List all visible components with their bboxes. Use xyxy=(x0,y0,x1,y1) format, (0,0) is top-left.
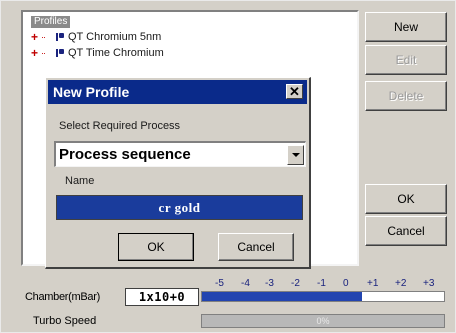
tree-item-label: QT Time Chromium xyxy=(68,46,164,59)
scale-tick-label: -5 xyxy=(215,278,224,289)
chamber-pressure-value: 1x10+0 xyxy=(125,288,199,306)
select-process-label: Select Required Process xyxy=(59,120,181,132)
turbo-speed-bar: 0% xyxy=(201,314,445,328)
tree-item-label: QT Chromium 5nm xyxy=(68,30,162,43)
turbo-speed-value: 0% xyxy=(316,316,330,326)
tree-root-label[interactable]: Profiles xyxy=(31,16,71,28)
pressure-scale: -5 -4 -3 -2 -1 0 +1 +2 +3 xyxy=(215,278,451,290)
tree-item-qt-chromium-5nm[interactable]: + ·· QT Chromium 5nm xyxy=(31,29,161,44)
pressure-bar xyxy=(201,291,445,302)
dialog-ok-button[interactable]: OK xyxy=(118,233,194,261)
scale-tick-label: -3 xyxy=(265,278,274,289)
tree-connector-icon: ·· xyxy=(41,31,46,42)
tree-connector-icon: ·· xyxy=(41,47,46,58)
process-dropdown-value: Process sequence xyxy=(59,146,191,163)
scale-tick-label: -1 xyxy=(317,278,326,289)
dialog-titlebar[interactable]: New Profile ✕ xyxy=(48,80,307,104)
tree-item-qt-time-chromium[interactable]: + ·· QT Time Chromium xyxy=(31,45,164,60)
scale-tick-label: +3 xyxy=(423,278,435,289)
application-window: Profiles + ·· QT Chromium 5nm + ·· QT Ti… xyxy=(0,0,456,333)
new-profile-dialog: New Profile ✕ Select Required Process Pr… xyxy=(45,77,311,269)
name-input-value: cr gold xyxy=(158,199,201,215)
pressure-bar-fill xyxy=(202,292,362,301)
close-icon: ✕ xyxy=(289,83,300,99)
turbo-speed-label: Turbo Speed xyxy=(33,315,97,327)
edit-button[interactable]: Edit xyxy=(365,45,447,75)
scale-tick-label: +1 xyxy=(367,278,379,289)
expand-icon[interactable]: + xyxy=(31,31,41,43)
scale-tick-label: -2 xyxy=(291,278,300,289)
chevron-down-icon xyxy=(291,152,300,157)
chamber-pressure-label: Chamber(mBar) xyxy=(25,291,100,303)
delete-button[interactable]: Delete xyxy=(365,81,447,111)
name-input[interactable]: cr gold xyxy=(56,195,303,220)
scale-tick-label: +2 xyxy=(395,278,407,289)
scale-tick-label: -4 xyxy=(241,278,250,289)
scale-tick-label: 0 xyxy=(343,278,349,289)
process-icon xyxy=(55,48,65,58)
dialog-close-button[interactable]: ✕ xyxy=(286,84,303,99)
expand-icon[interactable]: + xyxy=(31,47,41,59)
process-dropdown[interactable]: Process sequence xyxy=(54,141,306,167)
dropdown-arrow-button[interactable] xyxy=(287,144,304,165)
new-button[interactable]: New xyxy=(365,12,447,42)
ok-button[interactable]: OK xyxy=(365,184,447,214)
name-label: Name xyxy=(65,175,95,187)
dialog-title: New Profile xyxy=(53,84,130,100)
cancel-button[interactable]: Cancel xyxy=(365,216,447,246)
dialog-cancel-button[interactable]: Cancel xyxy=(218,233,294,261)
process-icon xyxy=(55,32,65,42)
